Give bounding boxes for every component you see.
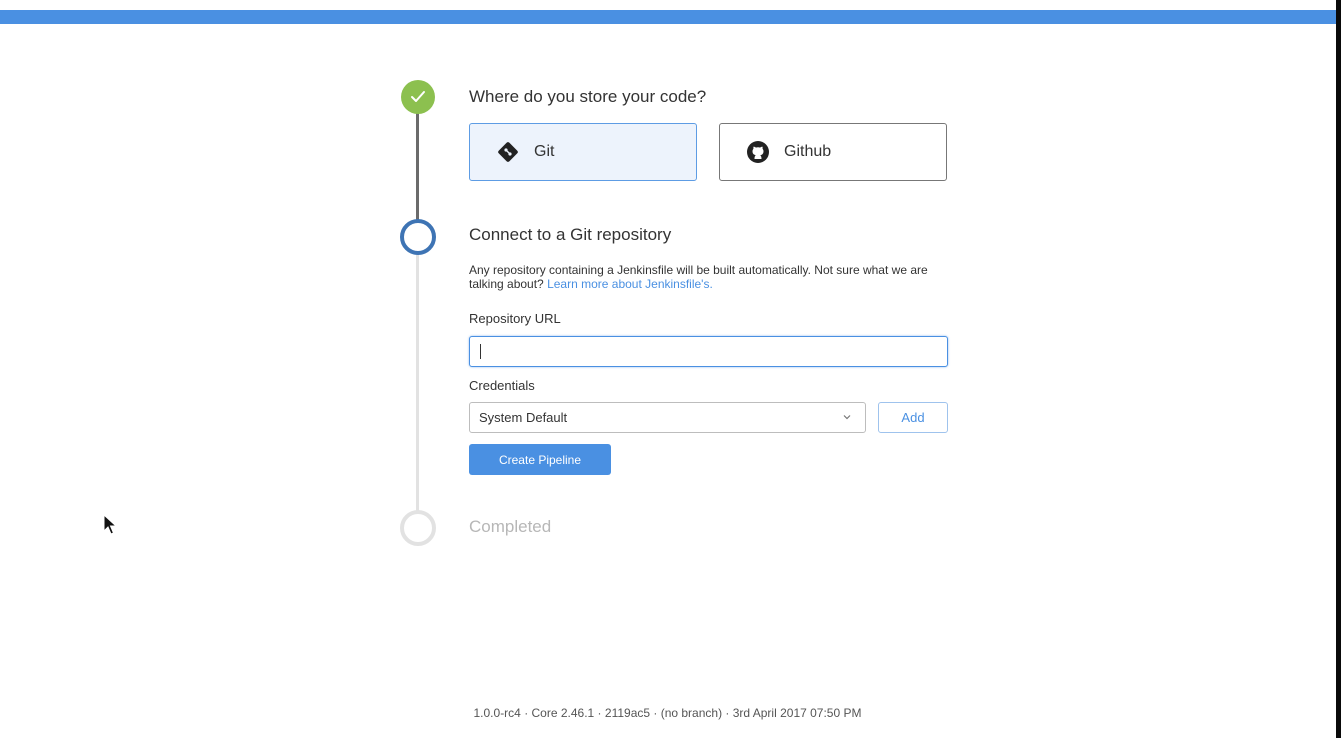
credentials-selected-value: System Default xyxy=(479,410,568,425)
repository-url-label: Repository URL xyxy=(469,311,561,326)
source-option-github-label: Github xyxy=(784,143,832,160)
header-accent-stripe xyxy=(0,10,1341,24)
add-credentials-button[interactable]: Add xyxy=(878,402,948,433)
text-caret xyxy=(480,344,481,359)
credentials-label: Credentials xyxy=(469,378,535,393)
check-icon xyxy=(411,91,425,102)
step-2-title: Connect to a Git repository xyxy=(469,225,672,244)
mouse-cursor-icon xyxy=(103,514,117,535)
step-1-title: Where do you store your code? xyxy=(469,87,707,106)
version-text: 1.0.0-rc4 · Core 2.46.1 · 2119ac5 · (no … xyxy=(473,706,862,720)
learn-more-link[interactable]: Learn more about Jenkinsfile's. xyxy=(547,277,713,291)
git-icon xyxy=(498,142,518,162)
source-option-git-label: Git xyxy=(534,143,555,160)
repository-url-input[interactable] xyxy=(469,336,948,367)
source-option-git[interactable]: Git xyxy=(469,123,697,181)
chevron-down-icon xyxy=(843,415,851,420)
source-option-github[interactable]: Github xyxy=(719,123,947,181)
jenkinsfile-description: Any repository containing a Jenkinsfile … xyxy=(469,263,959,291)
stepper-rail-pending xyxy=(416,252,419,514)
step-3-title: Completed xyxy=(469,517,552,536)
stepper-rail-completed xyxy=(416,110,419,232)
create-pipeline-button[interactable]: Create Pipeline xyxy=(469,444,611,475)
github-icon xyxy=(747,141,769,163)
step-2-active-indicator xyxy=(400,219,436,255)
step-1-complete-indicator xyxy=(401,80,435,114)
version-footer: 1.0.0-rc4 · Core 2.46.1 · 2119ac5 · (no … xyxy=(0,706,1341,720)
credentials-select[interactable]: System Default xyxy=(469,402,866,433)
step-3-pending-indicator xyxy=(400,510,436,546)
top-header-bar xyxy=(0,0,1341,24)
window-edge xyxy=(1336,0,1341,738)
